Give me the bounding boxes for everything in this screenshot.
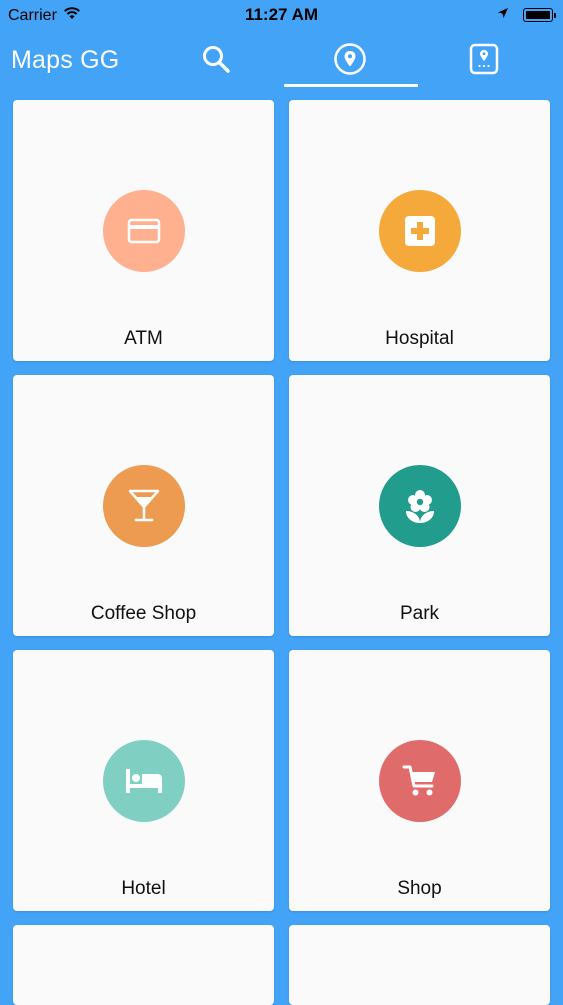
category-icon-circle (103, 465, 185, 547)
status-time: 11:27 AM (244, 5, 319, 24)
category-card-partial[interactable] (289, 925, 550, 1005)
category-label: ATM (124, 328, 163, 349)
category-card-hotel[interactable]: Hotel (13, 650, 274, 911)
category-card-shop[interactable]: Shop (289, 650, 550, 911)
cocktail-glass-icon (128, 489, 160, 522)
category-icon-circle (103, 740, 185, 822)
medical-cross-icon (405, 216, 435, 246)
category-label: Hotel (121, 878, 166, 899)
tab-saved[interactable] (467, 42, 501, 76)
shopping-cart-icon (402, 765, 435, 796)
status-bar: Carrier 11:27 AM (0, 0, 563, 30)
credit-card-icon (127, 218, 161, 244)
saved-places-icon (469, 43, 499, 75)
app-header: Maps GG (0, 30, 563, 88)
battery-icon (523, 8, 556, 22)
category-card-partial[interactable] (13, 925, 274, 1005)
tab-search[interactable] (199, 42, 233, 76)
category-icon-circle (379, 740, 461, 822)
category-card-hospital[interactable]: Hospital (289, 100, 550, 361)
active-tab-indicator (284, 84, 418, 87)
tab-places[interactable] (333, 42, 367, 76)
category-label: Park (399, 603, 440, 624)
flower-icon (406, 490, 434, 523)
bed-icon (126, 769, 162, 793)
location-arrow-icon (497, 6, 509, 24)
category-card-atm[interactable]: ATM (13, 100, 274, 361)
category-label: Coffee Shop (90, 603, 197, 624)
category-label: Shop (397, 878, 442, 899)
category-card-park[interactable]: Park (289, 375, 550, 636)
app-title: Maps GG (11, 46, 120, 74)
category-icon-circle (103, 190, 185, 272)
location-pin-icon (334, 43, 366, 75)
category-label: Hospital (385, 328, 454, 349)
search-icon (203, 46, 230, 73)
category-card-coffee-shop[interactable]: Coffee Shop (13, 375, 274, 636)
category-icon-circle (379, 465, 461, 547)
category-icon-circle (379, 190, 461, 272)
